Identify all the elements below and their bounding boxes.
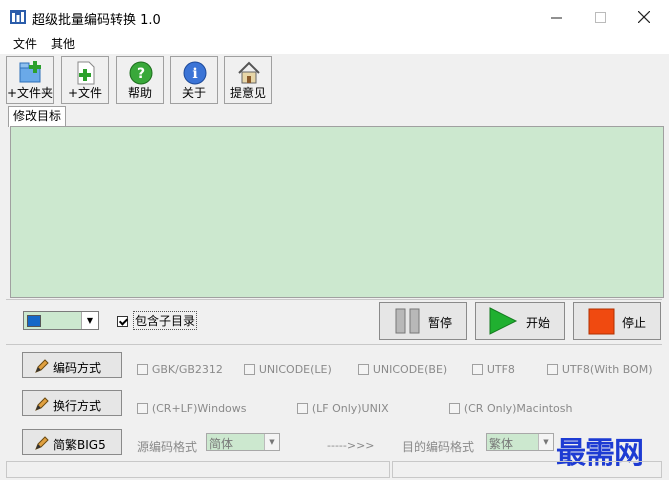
status-pane-left — [6, 461, 390, 478]
menu-other[interactable]: 其他 — [47, 35, 79, 52]
newline-option-windows[interactable]: (CR+LF)Windows — [137, 401, 247, 415]
source-encoding-select[interactable]: 简体 ▼ — [206, 433, 280, 451]
encoding-option-utf8[interactable]: UTF8 — [472, 362, 515, 376]
conversion-arrow: ----->>> — [327, 439, 375, 452]
newline-button-label: 换行方式 — [53, 399, 102, 413]
include-subdir-label: 包含子目录 — [133, 311, 198, 330]
encoding-button-label: 编码方式 — [53, 361, 102, 375]
help-label: 帮助 — [127, 86, 152, 100]
minimize-button[interactable] — [533, 0, 579, 34]
start-label: 开始 — [526, 316, 551, 330]
status-bar — [6, 461, 662, 479]
home-icon — [238, 61, 260, 84]
chevron-down-icon: ▼ — [538, 434, 553, 450]
newline-option-mac[interactable]: (CR Only)Macintosh — [449, 401, 572, 415]
add-file-label: +文件 — [67, 86, 103, 100]
close-icon — [638, 11, 650, 23]
pencil-icon — [35, 436, 49, 450]
app-icon — [10, 10, 26, 24]
encoding-option-gbk[interactable]: GBK/GB2312 — [137, 362, 223, 376]
source-encoding-value: 简体 — [209, 437, 234, 451]
pause-button[interactable]: 暂停 — [379, 302, 467, 340]
big5-button-label: 简繁BIG5 — [53, 438, 106, 452]
add-folder-icon — [19, 61, 41, 83]
maximize-icon — [594, 11, 606, 23]
include-subdir-checkbox[interactable] — [117, 314, 128, 328]
add-file-button[interactable]: +文件 — [61, 56, 109, 104]
window-title: 超级批量编码转换 1.0 — [32, 13, 161, 28]
stop-icon — [588, 308, 615, 335]
target-encoding-label: 目的编码格式 — [402, 440, 475, 454]
target-encoding-select[interactable]: 繁体 ▼ — [486, 433, 554, 451]
source-encoding-label: 源编码格式 — [137, 440, 198, 454]
target-encoding-value: 繁体 — [489, 437, 514, 451]
chevron-down-icon: ▼ — [264, 434, 279, 450]
close-button[interactable] — [621, 0, 667, 34]
menu-bar: 文件 其他 — [0, 34, 669, 54]
big5-button[interactable]: 简繁BIG5 — [22, 429, 122, 455]
add-folder-button[interactable]: +文件夹 — [6, 56, 54, 104]
feedback-button[interactable]: 提意见 — [224, 56, 272, 104]
tab-target[interactable]: 修改目标 — [8, 106, 67, 127]
pause-label: 暂停 — [428, 316, 453, 330]
chevron-down-icon: ▼ — [81, 312, 98, 329]
encoding-option-utf8-bom[interactable]: UTF8(With BOM) — [547, 362, 652, 376]
svg-text:?: ? — [137, 66, 145, 82]
pencil-icon — [35, 359, 49, 373]
divider — [6, 299, 662, 300]
encoding-option-unicode-be[interactable]: UNICODE(BE) — [358, 362, 447, 376]
svg-text:i: i — [192, 66, 197, 82]
pencil-icon — [35, 397, 49, 411]
stop-label: 停止 — [622, 316, 647, 330]
target-list-panel[interactable] — [10, 126, 664, 298]
about-label: 关于 — [181, 86, 206, 100]
newline-option-unix[interactable]: (LF Only)UNIX — [297, 401, 389, 415]
feedback-label: 提意见 — [229, 86, 266, 100]
divider — [6, 344, 662, 345]
encoding-button[interactable]: 编码方式 — [22, 352, 122, 378]
encoding-option-unicode-le[interactable]: UNICODE(LE) — [244, 362, 332, 376]
help-button[interactable]: ? 帮助 — [116, 56, 164, 104]
add-file-icon — [77, 61, 95, 85]
stop-button[interactable]: 停止 — [573, 302, 661, 340]
start-button[interactable]: 开始 — [475, 302, 565, 340]
about-button[interactable]: i 关于 — [170, 56, 218, 104]
pause-icon — [395, 308, 420, 334]
color-swatch — [27, 315, 41, 327]
info-icon: i — [183, 61, 207, 85]
play-icon — [489, 307, 518, 335]
color-combo[interactable]: ▼ — [23, 311, 99, 330]
minimize-icon — [550, 17, 562, 18]
newline-button[interactable]: 换行方式 — [22, 390, 122, 416]
menu-file[interactable]: 文件 — [9, 35, 41, 52]
add-folder-label: +文件夹 — [7, 86, 54, 100]
status-pane-right — [392, 461, 662, 478]
maximize-button[interactable] — [577, 0, 623, 34]
title-bar: 超级批量编码转换 1.0 — [0, 0, 669, 34]
help-icon: ? — [129, 61, 153, 85]
